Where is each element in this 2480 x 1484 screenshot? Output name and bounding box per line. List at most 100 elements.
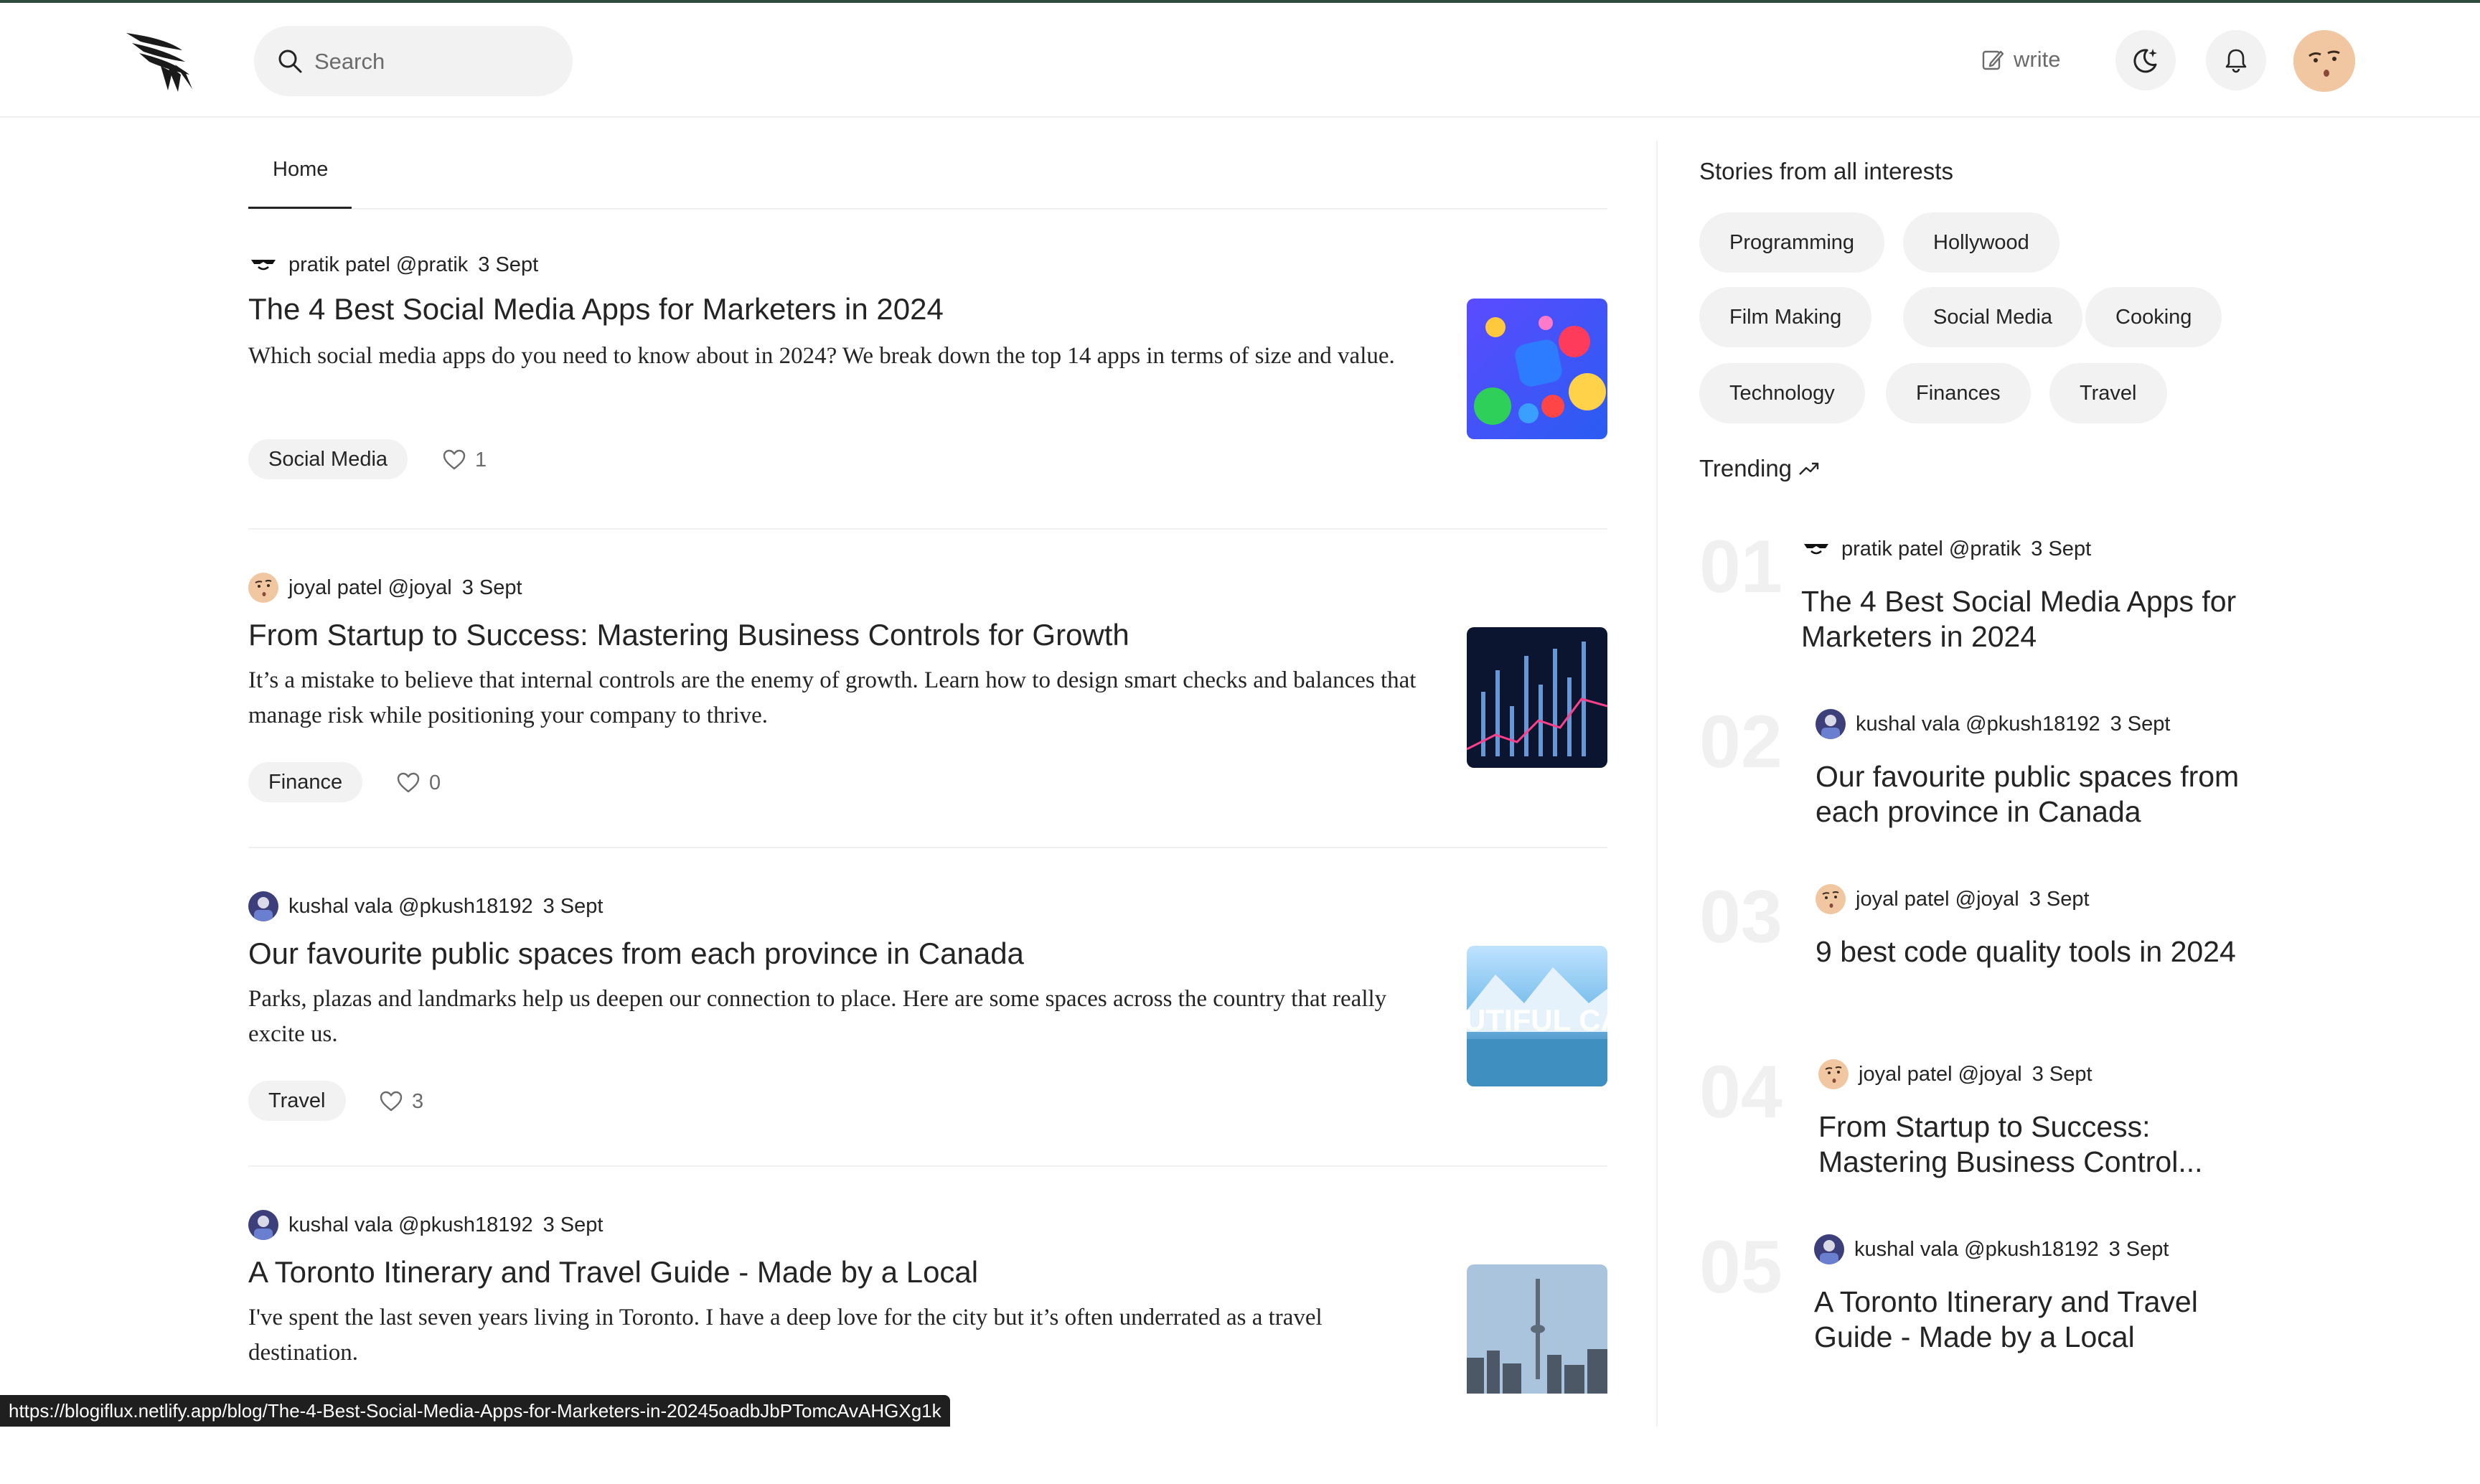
article-card[interactable]: pratik patel @pratik 3 Sept The 4 Best S…	[248, 210, 1607, 530]
notifications-button[interactable]	[2206, 30, 2266, 90]
article-meta: joyal patel @joyal 3 Sept	[248, 573, 522, 603]
article-description: It’s a mistake to believe that internal …	[248, 667, 1417, 728]
write-label: write	[2014, 47, 2061, 72]
topic-chip-finances[interactable]: Finances	[1886, 363, 2031, 423]
like-count: 1	[475, 448, 487, 471]
topic-chip-cooking[interactable]: Cooking	[2085, 287, 2222, 347]
author-avatar[interactable]	[248, 1210, 278, 1240]
trending-title[interactable]: Our favourite public spaces from each pr…	[1816, 759, 2260, 830]
thumbnail-text: UTIFUL CAN	[1467, 1003, 1607, 1037]
link-status-bar: https://blogiflux.netlify.app/blog/The-4…	[0, 1395, 950, 1427]
article-tag[interactable]: Social Media	[248, 439, 408, 479]
topic-chip-hollywood[interactable]: Hollywood	[1903, 212, 2059, 273]
heart-icon	[380, 1091, 403, 1112]
author-name[interactable]: pratik patel @pratik	[1841, 537, 2021, 561]
author-avatar[interactable]	[1814, 1234, 1844, 1264]
article-card[interactable]: kushal vala @pkush18192 3 Sept Our favou…	[248, 848, 1607, 1167]
like-button[interactable]: 3	[379, 1089, 423, 1114]
topic-chip-travel[interactable]: Travel	[2049, 363, 2167, 423]
heart-icon	[397, 772, 420, 793]
article-thumbnail[interactable]	[1467, 1264, 1607, 1394]
article-description: Which social media apps do you need to k…	[248, 343, 1395, 369]
article-meta: kushal vala @pkush18192 3 Sept	[248, 891, 603, 921]
author-avatar[interactable]	[1801, 534, 1831, 564]
author-avatar[interactable]	[248, 250, 278, 280]
search-bar[interactable]: Search	[254, 26, 573, 96]
trending-title[interactable]: From Startup to Success: Mastering Busin…	[1818, 1109, 2263, 1180]
search-input[interactable]: Search	[314, 47, 385, 76]
author-name[interactable]: pratik patel @pratik	[288, 253, 468, 277]
article-title[interactable]: The 4 Best Social Media Apps for Markete…	[248, 290, 1432, 329]
sidebar-divider	[1656, 141, 1658, 1427]
article-description: I've spent the last seven years living i…	[248, 1305, 1323, 1366]
author-name[interactable]: kushal vala @pkush18192	[1856, 713, 2100, 736]
topic-chip-programming[interactable]: Programming	[1699, 212, 1885, 273]
article-title[interactable]: From Startup to Success: Mastering Busin…	[248, 616, 1432, 654]
article-title[interactable]: Our favourite public spaces from each pr…	[248, 934, 1432, 973]
author-avatar[interactable]	[1818, 1059, 1849, 1089]
article-thumbnail[interactable]: UTIFUL CAN	[1467, 946, 1607, 1086]
trending-rank: 05	[1699, 1226, 1782, 1309]
user-avatar-button[interactable]	[2293, 30, 2355, 92]
trending-title[interactable]: 9 best code quality tools in 2024	[1816, 934, 2260, 969]
article-date: 3 Sept	[542, 1213, 603, 1236]
author-avatar[interactable]	[1816, 709, 1846, 739]
author-avatar[interactable]	[248, 891, 278, 921]
trending-item[interactable]: 04 joyal patel @joyal 3 Sept From Startu…	[1699, 1049, 2417, 1224]
edit-icon	[1982, 50, 2004, 70]
trending-date: 3 Sept	[2031, 537, 2092, 560]
topic-chip-film-making[interactable]: Film Making	[1699, 287, 1872, 347]
article-thumbnail[interactable]	[1467, 299, 1607, 439]
trending-item[interactable]: 03 joyal patel @joyal 3 Sept 9 best code…	[1699, 874, 2417, 1049]
like-button[interactable]: 0	[396, 771, 441, 795]
article-title[interactable]: A Toronto Itinerary and Travel Guide - M…	[248, 1253, 1432, 1292]
article-card[interactable]: kushal vala @pkush18192 3 Sept A Toronto…	[248, 1167, 1607, 1484]
article-card[interactable]: joyal patel @joyal 3 Sept From Startup t…	[248, 530, 1607, 848]
write-button[interactable]: write	[1981, 43, 2060, 76]
article-meta: kushal vala @pkush18192 3 Sept	[248, 1210, 603, 1240]
author-name[interactable]: kushal vala @pkush18192	[1854, 1238, 2099, 1262]
like-count: 0	[429, 771, 441, 794]
article-tag[interactable]: Finance	[248, 762, 363, 802]
trending-meta: kushal vala @pkush18192 3 Sept	[1816, 709, 2170, 739]
trending-meta: joyal patel @joyal 3 Sept	[1818, 1059, 2092, 1089]
topic-chip-technology[interactable]: Technology	[1699, 363, 1865, 423]
author-name[interactable]: kushal vala @pkush18192	[288, 895, 533, 919]
author-name[interactable]: joyal patel @joyal	[1859, 1063, 2022, 1086]
trending-date: 3 Sept	[2032, 1062, 2092, 1086]
trending-meta: pratik patel @pratik 3 Sept	[1801, 534, 2091, 564]
trending-item[interactable]: 01 pratik patel @pratik 3 Sept The 4 Bes…	[1699, 524, 2417, 699]
main-feed-column: Home pratik patel @pratik 3 Sept The 4 B…	[248, 116, 1607, 1484]
trending-title[interactable]: The 4 Best Social Media Apps for Markete…	[1801, 584, 2246, 654]
article-tag[interactable]: Travel	[248, 1081, 346, 1121]
tab-home[interactable]: Home	[248, 116, 352, 209]
moon-icon	[2133, 49, 2157, 73]
article-date: 3 Sept	[542, 894, 603, 918]
topic-chip-social-media[interactable]: Social Media	[1903, 287, 2083, 347]
author-avatar[interactable]	[1816, 884, 1846, 914]
like-button[interactable]: 1	[442, 448, 487, 472]
trending-up-icon	[1799, 462, 1819, 475]
logo-wing-icon[interactable]	[125, 32, 195, 93]
trending-item[interactable]: 05 kushal vala @pkush18192 3 Sept A Toro…	[1699, 1224, 2417, 1399]
article-meta: pratik patel @pratik 3 Sept	[248, 250, 538, 280]
author-name[interactable]: joyal patel @joyal	[1856, 888, 2019, 911]
article-thumbnail[interactable]	[1467, 627, 1607, 768]
trending-item[interactable]: 02 kushal vala @pkush18192 3 Sept Our fa…	[1699, 699, 2417, 874]
theme-toggle-button[interactable]	[2115, 30, 2176, 90]
bell-icon	[2225, 49, 2247, 73]
avatar	[2293, 30, 2355, 92]
heart-icon	[443, 449, 466, 470]
trending-rank: 03	[1699, 875, 1782, 959]
trending-heading: Trending	[1699, 455, 1821, 482]
author-name[interactable]: joyal patel @joyal	[288, 576, 452, 600]
trending-rank: 02	[1699, 700, 1782, 784]
trending-date: 3 Sept	[2108, 1237, 2169, 1261]
article-date: 3 Sept	[461, 576, 522, 599]
article-list: pratik patel @pratik 3 Sept The 4 Best S…	[248, 210, 1607, 1484]
trending-rank: 04	[1699, 1051, 1782, 1134]
trending-title[interactable]: A Toronto Itinerary and Travel Guide - M…	[1814, 1285, 2259, 1355]
trending-meta: joyal patel @joyal 3 Sept	[1816, 884, 2090, 914]
author-avatar[interactable]	[248, 573, 278, 603]
author-name[interactable]: kushal vala @pkush18192	[288, 1213, 533, 1237]
